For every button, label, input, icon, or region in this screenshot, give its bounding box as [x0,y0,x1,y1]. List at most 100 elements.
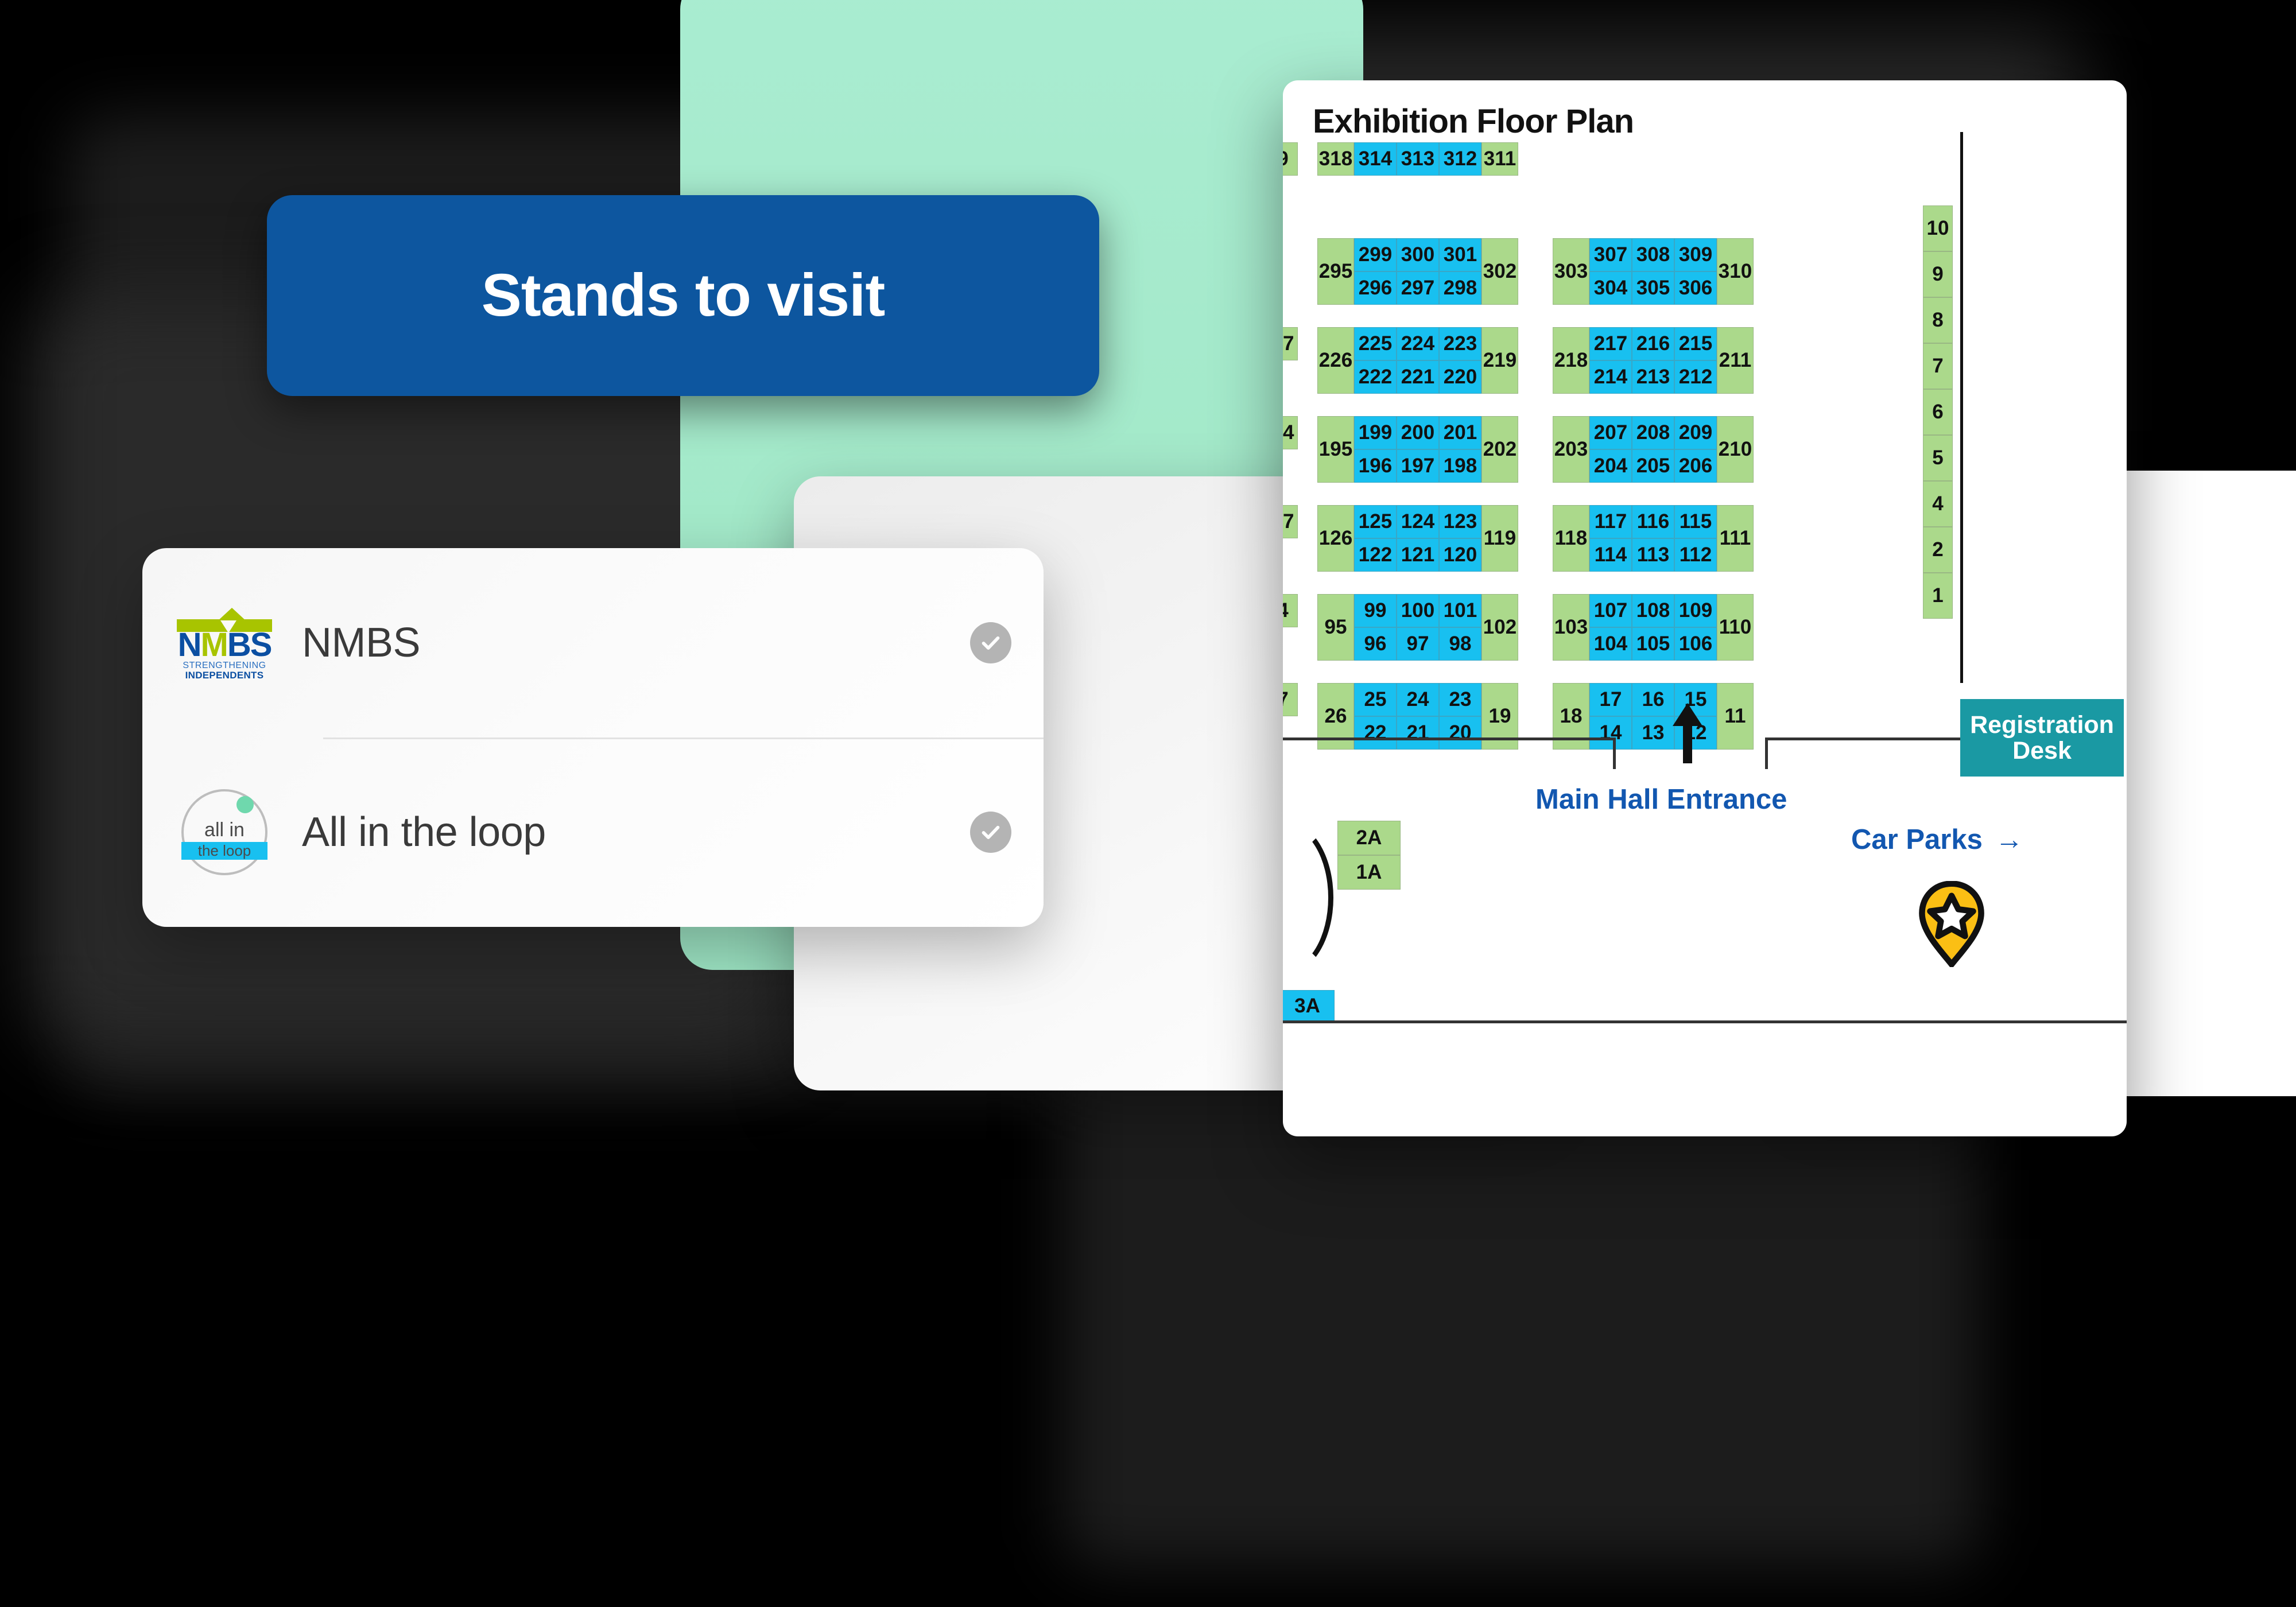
star-map-pin-icon[interactable] [1917,880,1986,969]
aisle-stand-1[interactable]: 1 [1923,573,1953,619]
stand-200[interactable]: 200 [1397,416,1439,449]
stand-13[interactable]: 13 [1632,716,1674,750]
aisle-stand-10[interactable]: 10 [1923,205,1953,251]
stand-214[interactable]: 214 [1589,360,1632,394]
stand-199[interactable]: 199 [1354,416,1397,449]
stand-105[interactable]: 105 [1632,627,1674,661]
stand-118[interactable]: 118 [1553,505,1589,572]
check-circle-icon[interactable] [970,812,1011,853]
stand-218[interactable]: 218 [1553,327,1589,394]
stand-205[interactable]: 205 [1632,449,1674,483]
stand-212[interactable]: 212 [1674,360,1717,394]
stand-314[interactable]: 314 [1354,142,1397,176]
stand-103[interactable]: 103 [1553,594,1589,661]
stand-106[interactable]: 106 [1674,627,1717,661]
stand-113[interactable]: 113 [1632,538,1674,572]
stand-123[interactable]: 123 [1439,505,1481,538]
aisle-stand-5[interactable]: 5 [1923,435,1953,481]
stand-202[interactable]: 202 [1481,416,1518,483]
stand-309[interactable]: 309 [1674,238,1717,271]
aisle-stand-7[interactable]: 7 [1923,343,1953,389]
stand-16[interactable]: 16 [1632,683,1674,716]
stand-121[interactable]: 121 [1397,538,1439,572]
stand-112[interactable]: 112 [1674,538,1717,572]
stand-297[interactable]: 297 [1397,271,1439,305]
stand-122[interactable]: 122 [1354,538,1397,572]
stand-203[interactable]: 203 [1553,416,1589,483]
stand-211[interactable]: 211 [1717,327,1754,394]
stand-304[interactable]: 304 [1589,271,1632,305]
stand-101[interactable]: 101 [1439,594,1481,627]
stand-116[interactable]: 116 [1632,505,1674,538]
stand-114[interactable]: 114 [1589,538,1632,572]
exhibition-floor-plan-card[interactable]: Exhibition Floor Plan 318 314 313 312 311 295… [1283,80,2127,1136]
aisle-stand-8[interactable]: 8 [1923,297,1953,343]
stand-25[interactable]: 25 [1354,683,1397,716]
stand-partial-94[interactable]: 94 [1283,416,1298,449]
stand-301[interactable]: 301 [1439,238,1481,271]
stand-22[interactable]: 22 [1354,716,1397,750]
stand-24[interactable]: 24 [1397,683,1439,716]
list-item[interactable]: all in the loop All in the loop [142,737,1044,927]
list-item[interactable]: NMBS STRENGTHENING INDEPENDENTS NMBS [142,548,1044,737]
stand-300[interactable]: 300 [1397,238,1439,271]
stand-313[interactable]: 313 [1397,142,1439,176]
stand-222[interactable]: 222 [1354,360,1397,394]
stand-21[interactable]: 21 [1397,716,1439,750]
aisle-stand-6[interactable]: 6 [1923,389,1953,435]
stand-299[interactable]: 299 [1354,238,1397,271]
stand-217[interactable]: 217 [1589,327,1632,360]
stand-17[interactable]: 17 [1589,683,1632,716]
stand-95[interactable]: 95 [1317,594,1354,661]
stand-201[interactable]: 201 [1439,416,1481,449]
stand-119[interactable]: 119 [1481,505,1518,572]
stand-196[interactable]: 196 [1354,449,1397,483]
stand-306[interactable]: 306 [1674,271,1717,305]
stand-11[interactable]: 11 [1717,683,1754,750]
stand-310[interactable]: 310 [1717,238,1754,305]
stand-20[interactable]: 20 [1439,716,1481,750]
stand-223[interactable]: 223 [1439,327,1481,360]
stand-296[interactable]: 296 [1354,271,1397,305]
stand-219[interactable]: 219 [1481,327,1518,394]
stand-215[interactable]: 215 [1674,327,1717,360]
stand-23[interactable]: 23 [1439,683,1481,716]
stand-210[interactable]: 210 [1717,416,1754,483]
stand-partial-4[interactable]: 4 [1283,594,1298,627]
stand-125[interactable]: 125 [1354,505,1397,538]
stand-98[interactable]: 98 [1439,627,1481,661]
stands-to-visit-banner[interactable]: Stands to visit [267,195,1099,396]
stand-partial-27[interactable]: 27 [1283,327,1298,360]
stand-197[interactable]: 197 [1397,449,1439,483]
stand-216[interactable]: 216 [1632,327,1674,360]
stand-305[interactable]: 305 [1632,271,1674,305]
aisle-stand-9[interactable]: 9 [1923,251,1953,297]
stand-107[interactable]: 107 [1589,594,1632,627]
stand-99[interactable]: 99 [1354,594,1397,627]
aisle-stand-4[interactable]: 4 [1923,481,1953,527]
stand-295[interactable]: 295 [1317,238,1354,305]
stand-109[interactable]: 109 [1674,594,1717,627]
stand-102[interactable]: 102 [1481,594,1518,661]
stand-117[interactable]: 117 [1589,505,1632,538]
stand-104[interactable]: 104 [1589,627,1632,661]
stand-224[interactable]: 224 [1397,327,1439,360]
stand-318[interactable]: 318 [1317,142,1354,176]
stand-311[interactable]: 311 [1481,142,1518,176]
stand-3A[interactable]: 3A [1283,990,1335,1022]
stand-120[interactable]: 120 [1439,538,1481,572]
stand-110[interactable]: 110 [1717,594,1754,661]
stand-198[interactable]: 198 [1439,449,1481,483]
check-circle-icon[interactable] [970,622,1011,663]
stand-208[interactable]: 208 [1632,416,1674,449]
stand-303[interactable]: 303 [1553,238,1589,305]
stand-213[interactable]: 213 [1632,360,1674,394]
stand-2A[interactable]: 2A [1337,821,1401,855]
stand-100[interactable]: 100 [1397,594,1439,627]
stand-126[interactable]: 126 [1317,505,1354,572]
stand-207[interactable]: 207 [1589,416,1632,449]
stand-206[interactable]: 206 [1674,449,1717,483]
stand-115[interactable]: 115 [1674,505,1717,538]
stand-312[interactable]: 312 [1439,142,1481,176]
stand-221[interactable]: 221 [1397,360,1439,394]
